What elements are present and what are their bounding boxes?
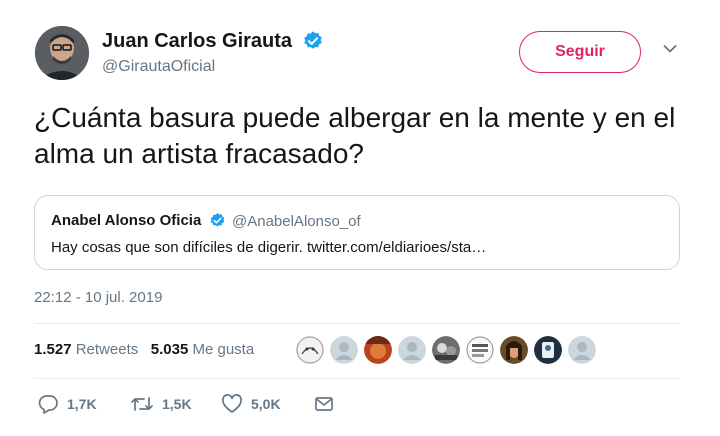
liker-avatar[interactable]: [568, 336, 596, 364]
liker-avatar[interactable]: [466, 336, 494, 364]
like-count: 5,0K: [251, 396, 281, 412]
direct-message-action[interactable]: [314, 394, 334, 414]
reply-icon: [38, 395, 58, 414]
divider: [34, 378, 680, 379]
retweet-icon: [131, 397, 153, 411]
follow-button[interactable]: Seguir: [519, 31, 641, 73]
quoted-tweet-text: Hay cosas que son difíciles de digerir. …: [51, 239, 487, 256]
liker-avatar[interactable]: [364, 336, 392, 364]
liker-avatar[interactable]: [398, 336, 426, 364]
retweet-count: 1,5K: [162, 396, 192, 412]
liker-avatar[interactable]: [534, 336, 562, 364]
likes-count[interactable]: 5.035: [151, 341, 189, 358]
verified-badge-icon: [210, 213, 225, 227]
chevron-down-icon[interactable]: [663, 44, 677, 54]
reply-action[interactable]: 1,7K: [37, 394, 97, 414]
verified-badge-icon: [304, 31, 322, 49]
retweet-action[interactable]: 1,5K: [130, 394, 192, 414]
author-handle[interactable]: @GirautaOficial: [102, 58, 215, 76]
retweets-label[interactable]: Retweets: [76, 341, 139, 358]
heart-icon: [222, 394, 242, 413]
tweet-text: ¿Cuánta basura puede albergar en la ment…: [34, 102, 676, 169]
quoted-author-name: Anabel Alonso Oficia: [51, 212, 202, 229]
author-name[interactable]: Juan Carlos Girauta: [102, 30, 292, 53]
reply-count: 1,7K: [67, 396, 97, 412]
retweets-count[interactable]: 1.527: [34, 341, 72, 358]
liker-avatar[interactable]: [330, 336, 358, 364]
divider: [34, 323, 680, 324]
engagement-stats: 1.527 Retweets 5.035 Me gusta: [34, 341, 254, 358]
quoted-tweet[interactable]: Anabel Alonso Oficia @AnabelAlonso_of Ha…: [34, 195, 680, 270]
like-action[interactable]: 5,0K: [221, 394, 281, 414]
quoted-author-handle: @AnabelAlonso_of: [232, 213, 361, 230]
author-avatar[interactable]: [35, 26, 89, 80]
liker-avatar[interactable]: [500, 336, 528, 364]
envelope-icon: [315, 397, 333, 411]
liker-avatar[interactable]: [296, 336, 324, 364]
likes-label[interactable]: Me gusta: [192, 341, 254, 358]
liker-avatar[interactable]: [432, 336, 460, 364]
tweet-timestamp[interactable]: 22:12 - 10 jul. 2019: [34, 289, 162, 306]
